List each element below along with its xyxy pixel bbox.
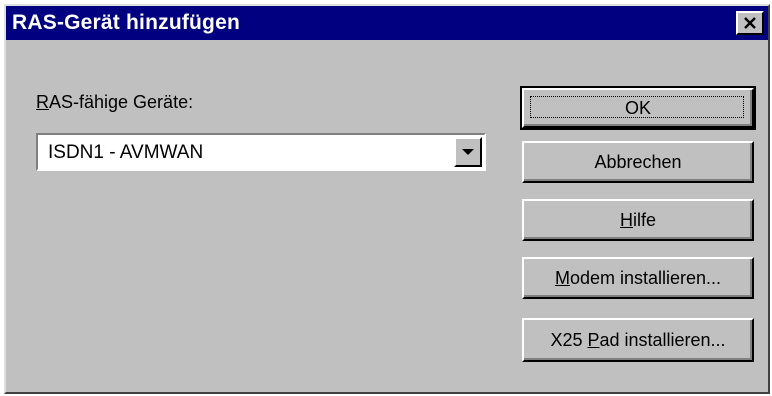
install-modem-label: Modem installieren...: [555, 268, 721, 289]
cancel-button[interactable]: Abbrechen: [522, 141, 754, 183]
device-label: RAS-fähige Geräte:: [36, 92, 193, 113]
x25-label-rest: ad installieren...: [599, 329, 726, 350]
help-button[interactable]: Hilfe: [522, 199, 754, 241]
close-button[interactable]: [736, 11, 764, 35]
modem-label-rest: odem installieren...: [569, 267, 722, 288]
install-x25-pad-label: X25 Pad installieren...: [550, 330, 725, 351]
close-icon: [744, 17, 756, 29]
install-modem-button[interactable]: Modem installieren...: [522, 257, 754, 299]
install-x25-pad-button[interactable]: X25 Pad installieren...: [522, 318, 754, 362]
focus-rectangle: [530, 96, 744, 118]
title-bar[interactable]: RAS-Gerät hinzufügen: [6, 6, 768, 40]
help-button-label: Hilfe: [620, 210, 656, 231]
device-select[interactable]: ISDN1 - AVMWAN: [36, 133, 486, 171]
device-label-text: AS-fähige Geräte:: [49, 92, 194, 112]
chevron-down-icon: [462, 148, 474, 155]
help-mnemonic: H: [619, 209, 633, 230]
device-label-mnemonic: R: [36, 92, 49, 112]
ok-button[interactable]: OK: [520, 86, 756, 130]
device-select-value: ISDN1 - AVMWAN: [48, 142, 204, 163]
modem-mnemonic: M: [554, 267, 570, 288]
x25-prefix: X25: [550, 329, 588, 350]
dialog-title: RAS-Gerät hinzufügen: [12, 11, 240, 34]
help-label-rest: ilfe: [632, 209, 656, 230]
dialog-window: RAS-Gerät hinzufügen RAS-fähige Geräte: …: [4, 4, 770, 394]
device-dropdown-button[interactable]: [454, 137, 482, 167]
cancel-button-label: Abbrechen: [594, 151, 682, 172]
x25-mnemonic: P: [587, 329, 600, 350]
